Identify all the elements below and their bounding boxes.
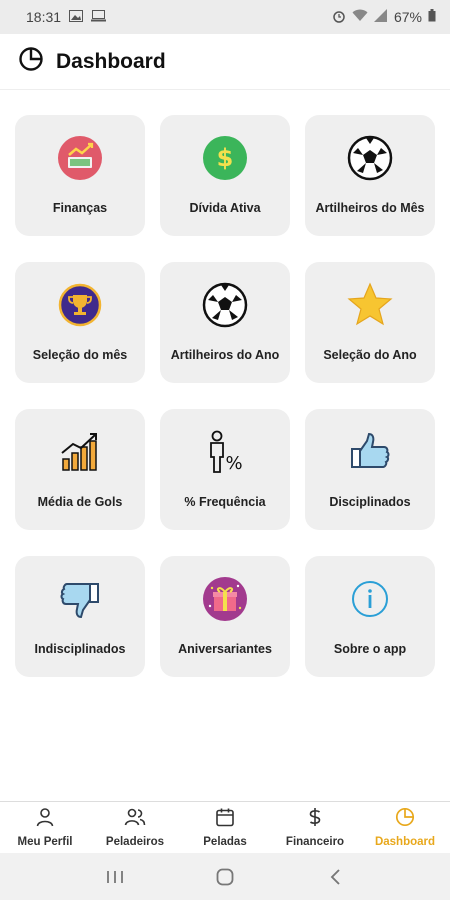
nav-label: Meu Perfil [17,836,73,848]
tile-label: Seleção do Ano [323,348,417,362]
thumbs-up-icon [347,429,393,475]
tile-label: Finanças [52,201,108,215]
tile-artilheiros-mes[interactable]: Artilheiros do Mês [305,115,435,236]
tile-divida-ativa[interactable]: $ Dívida Ativa [160,115,290,236]
person-percent-icon: % [202,429,248,475]
soccer-ball-icon [347,135,393,181]
thumbs-down-icon [57,576,103,622]
home-icon [216,868,234,885]
svg-text:$: $ [217,144,234,172]
image-notification-icon [69,9,84,25]
recent-apps-icon [107,870,123,883]
tile-frequencia[interactable]: % % Frequência [160,409,290,530]
screen-notification-icon [91,9,107,25]
tile-label: Disciplinados [329,495,411,509]
tile-label: Indisciplinados [34,642,126,656]
tile-financas[interactable]: Finanças [15,115,145,236]
signal-icon [373,9,388,25]
nav-label: Dashboard [374,836,436,848]
alarm-icon [332,9,346,26]
users-icon [124,807,146,832]
nav-label: Peladas [203,836,247,848]
tile-media-gols[interactable]: Média de Gols [15,409,145,530]
tile-label: Artilheiros do Ano [170,348,280,362]
star-icon [347,282,393,328]
tile-indisciplinados[interactable]: Indisciplinados [15,556,145,677]
nav-peladas[interactable]: Peladas [180,802,270,853]
recent-apps-button[interactable] [95,862,135,892]
tile-disciplinados[interactable]: Disciplinados [305,409,435,530]
tile-label: Seleção do mês [32,348,128,362]
status-time: 18:31 [26,9,62,25]
battery-percent: 67% [393,9,422,25]
nav-label: Peladeiros [105,836,165,848]
system-nav-bar [0,853,450,900]
tile-label: Sobre o app [333,642,407,656]
user-icon [35,807,55,832]
battery-icon [428,9,436,25]
tile-label: Dívida Ativa [189,201,261,215]
pie-chart-icon [395,807,415,832]
bottom-nav: Meu Perfil Peladeiros Peladas Financeiro… [0,801,450,853]
gift-icon [202,576,248,622]
back-button[interactable] [315,862,355,892]
tile-sobre-app[interactable]: Sobre o app [305,556,435,677]
nav-financeiro[interactable]: Financeiro [270,802,360,853]
app-header: Dashboard [0,34,450,90]
tile-selecao-ano[interactable]: Seleção do Ano [305,262,435,383]
page-title: Dashboard [56,49,166,73]
nav-dashboard[interactable]: Dashboard [360,802,450,853]
status-bar: 18:31 67% [0,0,450,34]
back-icon [330,868,340,885]
tile-label: % Frequência [184,495,266,509]
tile-label: Média de Gols [37,495,123,509]
status-right: 67% [332,9,436,26]
dollar-icon [305,807,325,832]
soccer-ball-icon [202,282,248,328]
pie-chart-icon [18,46,44,77]
nav-peladeiros[interactable]: Peladeiros [90,802,180,853]
status-left: 18:31 [26,9,107,25]
wifi-icon [352,9,368,25]
calendar-icon [215,807,235,832]
dashboard-grid: Finanças $ Dívida Ativa Artilheiros do M… [15,115,437,677]
trophy-icon [57,282,103,328]
dollar-coin-icon: $ [202,135,248,181]
tile-aniversariantes[interactable]: Aniversariantes [160,556,290,677]
tile-artilheiros-ano[interactable]: Artilheiros do Ano [160,262,290,383]
tile-label: Aniversariantes [178,642,272,656]
svg-text:%: % [225,453,242,474]
info-icon [347,576,393,622]
tile-selecao-mes[interactable]: Seleção do mês [15,262,145,383]
nav-label: Financeiro [285,836,345,848]
finance-chart-icon [57,135,103,181]
home-button[interactable] [205,862,245,892]
nav-meu-perfil[interactable]: Meu Perfil [0,802,90,853]
tile-label: Artilheiros do Mês [315,201,425,215]
bar-chart-growth-icon [57,429,103,475]
